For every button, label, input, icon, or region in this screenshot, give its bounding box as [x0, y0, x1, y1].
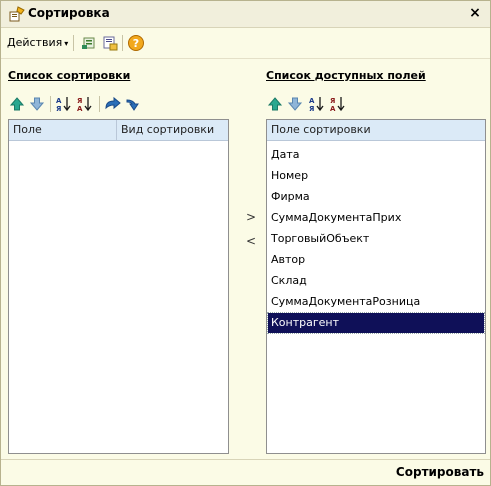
sort-ascending-icon[interactable]: A Я [55, 95, 73, 113]
svg-text:Я: Я [309, 105, 314, 113]
help-icon[interactable]: ? [127, 34, 145, 52]
sort-settings-icon [9, 6, 25, 22]
sort-dialog: Сортировка × Действия ▾ ? Список сортиров… [0, 0, 491, 486]
sort-button[interactable]: Сортировать [396, 465, 484, 479]
toolbar-separator [122, 35, 123, 51]
list-icon[interactable] [80, 34, 98, 52]
field-list-item[interactable]: Автор [268, 250, 484, 270]
column-header-field[interactable]: Поле [9, 120, 119, 140]
svg-text:?: ? [133, 37, 139, 50]
actions-menu-button[interactable]: Действия ▾ [7, 36, 68, 49]
svg-text:Я: Я [77, 97, 82, 105]
field-list-item[interactable]: Контрагент [267, 312, 485, 334]
toolbar-separator [73, 35, 74, 51]
move-down-icon[interactable] [28, 95, 46, 113]
title-bar: Сортировка × [1, 1, 490, 28]
sort-ascending-icon[interactable]: A Я [308, 95, 326, 113]
add-field-button[interactable]: > [240, 207, 262, 227]
field-list-item[interactable]: СуммаДокументаРозница [268, 292, 484, 312]
actions-label: Действия [7, 36, 63, 49]
field-list-item[interactable]: Дата [268, 145, 484, 165]
remove-field-button[interactable]: < [240, 231, 262, 251]
svg-text:Я: Я [330, 97, 335, 105]
field-list-item[interactable]: ТорговыйОбъект [268, 229, 484, 249]
column-header-sort-field[interactable]: Поле сортировки [267, 120, 481, 140]
chevron-down-icon: ▾ [64, 39, 69, 48]
window-title: Сортировка [28, 6, 110, 20]
field-list-item[interactable]: Номер [268, 166, 484, 186]
svg-text:A: A [77, 105, 83, 113]
field-list-item[interactable]: Фирма [268, 187, 484, 207]
sort-list-toolbar: A Я Я A [8, 93, 228, 117]
sort-descending-icon[interactable]: Я A [76, 95, 94, 113]
column-header-sort-type[interactable]: Вид сортировки [117, 120, 226, 140]
footer-divider [1, 459, 490, 460]
mail-icon[interactable] [101, 34, 119, 52]
svg-text:A: A [56, 97, 62, 105]
toolbar-separator [50, 96, 51, 112]
sort-descending-icon[interactable]: Я A [329, 95, 347, 113]
svg-text:A: A [309, 97, 315, 105]
available-fields-title: Список доступных полей [266, 69, 426, 82]
sort-list[interactable]: Поле Вид сортировки [8, 119, 229, 454]
toolbar: Действия ▾ ? [1, 28, 490, 59]
svg-text:Я: Я [56, 105, 61, 113]
field-list-item[interactable]: Склад [268, 271, 484, 291]
move-up-icon[interactable] [266, 95, 284, 113]
close-button[interactable]: × [466, 4, 484, 22]
svg-text:A: A [330, 105, 336, 113]
available-fields-list[interactable]: Поле сортировки Дата Номер Фирма СуммаДокум… [266, 119, 486, 454]
move-all-down-icon[interactable] [125, 95, 143, 113]
move-down-icon[interactable] [286, 95, 304, 113]
move-all-right-icon[interactable] [104, 95, 122, 113]
toolbar-separator [99, 96, 100, 112]
sort-list-title: Список сортировки [8, 69, 131, 82]
available-fields-toolbar: A Я Я A [266, 93, 486, 117]
available-fields-header: Поле сортировки [267, 120, 485, 141]
sort-list-header: Поле Вид сортировки [9, 120, 228, 141]
move-up-icon[interactable] [8, 95, 26, 113]
field-list-item[interactable]: СуммаДокументаПрих [268, 208, 484, 228]
